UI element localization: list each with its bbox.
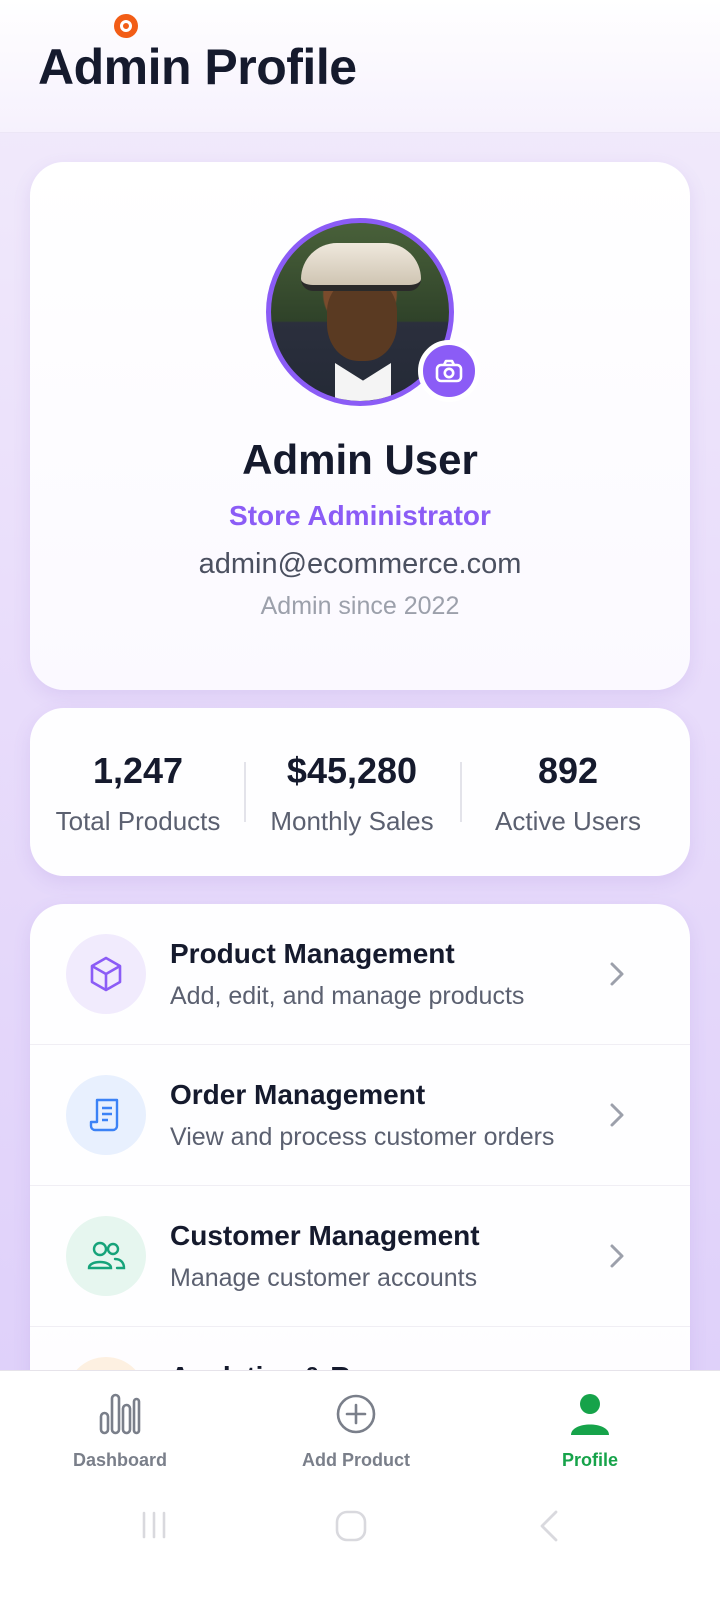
chevron-right-icon xyxy=(610,1244,624,1268)
bottom-navigation: Dashboard Add Product Profile xyxy=(0,1370,720,1601)
stat-value: 1,247 xyxy=(92,750,184,791)
app-header: Admin Profile xyxy=(0,0,720,133)
profile-role: Store Administrator xyxy=(229,500,491,531)
back-icon[interactable] xyxy=(536,1509,562,1543)
page-title: Admin Profile xyxy=(38,39,357,95)
menu-item-title: Customer Management xyxy=(170,1220,480,1251)
stat-label: Active Users xyxy=(495,806,641,836)
chevron-right-icon xyxy=(610,962,624,986)
stat-label: Total Products xyxy=(55,806,221,836)
stat-monthly-sales: $45,280 Monthly Sales xyxy=(244,750,460,837)
nav-label: Add Product xyxy=(302,1450,410,1470)
change-photo-button[interactable] xyxy=(418,340,480,402)
menu-item-subtitle: Add, edit, and manage products xyxy=(170,982,525,1010)
nav-add-product[interactable]: Add Product xyxy=(236,1391,476,1471)
menu-item-customer-management[interactable]: Customer Management Manage customer acco… xyxy=(30,1186,690,1327)
stat-value: 892 xyxy=(537,750,599,791)
person-icon xyxy=(571,1394,609,1435)
profile-name: Admin User xyxy=(242,436,478,483)
recording-indicator-icon xyxy=(114,14,138,38)
profile-since: Admin since 2022 xyxy=(260,592,460,620)
profile-email: admin@ecommerce.com xyxy=(198,548,522,580)
users-icon xyxy=(66,1216,146,1296)
home-icon[interactable] xyxy=(334,1509,368,1543)
recent-apps-icon[interactable] xyxy=(138,1509,170,1541)
nav-label: Dashboard xyxy=(72,1450,168,1470)
chevron-right-icon xyxy=(610,1103,624,1127)
menu-item-subtitle: View and process customer orders xyxy=(170,1123,555,1151)
cube-icon xyxy=(66,934,146,1014)
stat-active-users: 892 Active Users xyxy=(460,750,676,837)
menu-item-title: Product Management xyxy=(170,938,455,969)
nav-label: Profile xyxy=(561,1450,618,1470)
profile-card: Admin User Store Administrator admin@eco… xyxy=(30,162,690,690)
stat-value: $45,280 xyxy=(286,750,418,791)
bar-chart-icon xyxy=(99,1393,141,1435)
stats-card: 1,247 Total Products $45,280 Monthly Sal… xyxy=(30,708,690,876)
plus-circle-icon xyxy=(336,1394,376,1434)
camera-icon xyxy=(435,359,463,383)
menu-item-subtitle: Manage customer accounts xyxy=(170,1264,478,1292)
receipt-icon xyxy=(66,1075,146,1155)
menu-item-order-management[interactable]: Order Management View and process custom… xyxy=(30,1045,690,1186)
nav-dashboard[interactable]: Dashboard xyxy=(0,1391,240,1471)
menu-item-product-management[interactable]: Product Management Add, edit, and manage… xyxy=(30,904,690,1045)
menu-item-title: Order Management xyxy=(170,1079,426,1110)
stat-label: Monthly Sales xyxy=(270,806,434,836)
nav-profile[interactable]: Profile xyxy=(470,1391,710,1471)
stat-total-products: 1,247 Total Products xyxy=(30,750,246,837)
